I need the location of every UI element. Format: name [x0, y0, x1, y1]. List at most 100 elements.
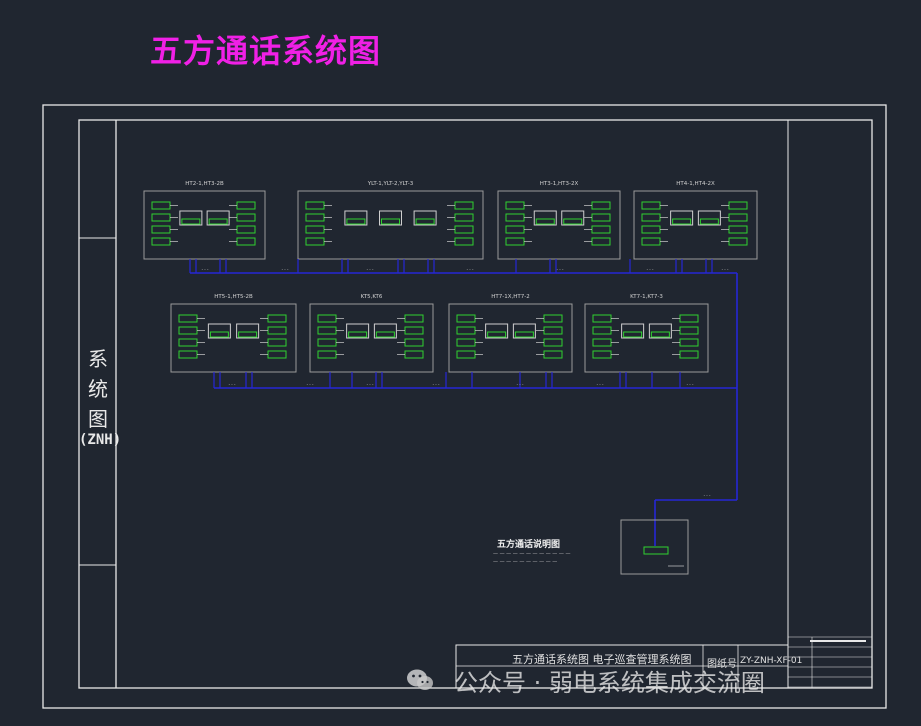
device-box: [317, 326, 337, 335]
device-box: [317, 314, 337, 323]
controller-box: [697, 210, 721, 226]
side-char-1: 系: [88, 347, 108, 371]
device-group-row2: [584, 303, 709, 373]
device-box: [305, 201, 325, 210]
device-group-row2: [170, 303, 297, 373]
outer-frame: [42, 104, 887, 709]
controller-box: [533, 210, 557, 226]
controller-box: [485, 323, 509, 339]
device-box: [181, 218, 201, 225]
group-label: HT3-1,HT3-2X: [540, 181, 579, 187]
device-box: [404, 326, 424, 335]
group-label: KT5,KT6: [361, 294, 383, 300]
device-box: [591, 237, 611, 246]
side-code: (ZNH): [79, 432, 122, 448]
controller-box: [179, 210, 203, 226]
cable-tag: - - -: [202, 267, 209, 272]
device-box: [456, 326, 476, 335]
device-box: [728, 201, 748, 210]
device-box: [543, 314, 563, 323]
device-box: [454, 201, 474, 210]
system-diagram: HT2-1,HT3-2B YLT-1,YLT-2,YLT-3 HT3-1,HT3-2…: [42, 104, 887, 709]
device-box: [267, 326, 287, 335]
device-box: [236, 225, 256, 234]
note-title: 五方通话说明图: [497, 540, 561, 550]
controller-box: [373, 323, 397, 339]
device-box: [236, 201, 256, 210]
controller-box: [670, 210, 694, 226]
cable-tag: - - -: [517, 382, 524, 387]
device-box: [591, 201, 611, 210]
device-box: [679, 314, 699, 323]
controller-box: [206, 210, 230, 226]
device-box: [178, 314, 198, 323]
side-char-2: 统: [88, 377, 108, 401]
device-box: [591, 225, 611, 234]
group-label: HT7-1X,HT7-2: [491, 294, 529, 300]
cable-tag: - - -: [229, 382, 236, 387]
device-box: [505, 225, 525, 234]
controller-box: [346, 323, 370, 339]
device-box: [238, 331, 258, 338]
cable-tag: - - -: [282, 267, 289, 272]
controller-box: [413, 210, 437, 226]
group-label: YLT-1,YLT-2,YLT-3: [367, 181, 414, 187]
device-box: [623, 331, 643, 338]
device-box: [305, 225, 325, 234]
cable-tag: - - -: [647, 267, 654, 272]
device-group-row1: [633, 190, 758, 260]
device-box: [267, 338, 287, 347]
device-box: [404, 338, 424, 347]
device-box: [543, 350, 563, 359]
device-box: [641, 237, 661, 246]
master-station-device: [643, 546, 669, 555]
device-box: [346, 218, 366, 225]
device-group-row1: [497, 190, 621, 260]
controller-box: [561, 210, 585, 226]
device-box: [641, 213, 661, 222]
device-box: [151, 201, 171, 210]
device-box: [699, 218, 719, 225]
device-box: [151, 213, 171, 222]
device-box: [415, 218, 435, 225]
device-box: [236, 237, 256, 246]
controller-box: [512, 323, 536, 339]
device-box: [543, 326, 563, 335]
cable-tag: - - -: [687, 382, 694, 387]
device-box: [305, 237, 325, 246]
device-box: [178, 350, 198, 359]
device-box: [267, 314, 287, 323]
cable-tag: - - -: [467, 267, 474, 272]
device-box: [679, 350, 699, 359]
device-box: [505, 201, 525, 210]
device-box: [267, 350, 287, 359]
inner-frame: [78, 119, 873, 689]
device-box: [317, 338, 337, 347]
device-box: [641, 201, 661, 210]
device-box: [454, 237, 474, 246]
device-box: [317, 350, 337, 359]
note-line: — — — — — — — — — — — —: [493, 551, 571, 557]
device-box: [178, 326, 198, 335]
cable-tag: - - -: [367, 267, 374, 272]
device-box: [178, 338, 198, 347]
side-char-3: 图: [88, 407, 108, 431]
cable-tag: - - -: [704, 493, 711, 498]
device-box: [209, 331, 229, 338]
device-box: [305, 213, 325, 222]
device-box: [728, 225, 748, 234]
group-label: HT2-1,HT3-2B: [185, 181, 224, 187]
group-label: HT5-1,HT5-2B: [214, 294, 253, 300]
cable-tag: - - -: [722, 267, 729, 272]
device-box: [151, 225, 171, 234]
device-box: [348, 331, 368, 338]
device-box: [679, 338, 699, 347]
controller-box: [344, 210, 368, 226]
cable-tag: - - -: [307, 382, 314, 387]
cable-tag: - - -: [597, 382, 604, 387]
device-box: [679, 326, 699, 335]
watermark: 公众号 · 弱电系统集成交流圈: [406, 663, 765, 697]
device-box: [535, 218, 555, 225]
device-box: [728, 237, 748, 246]
device-box: [404, 314, 424, 323]
